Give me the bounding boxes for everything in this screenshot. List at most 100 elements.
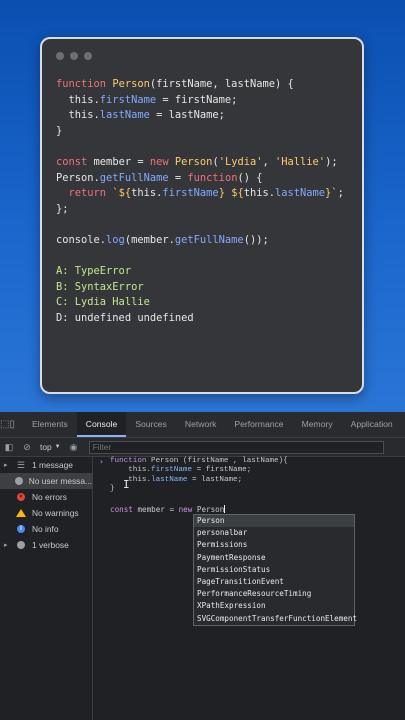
code-line: function Person(firstName, lastName) { [56, 78, 294, 90]
code-token: `${ [112, 187, 132, 200]
code-token: ()); [243, 233, 269, 246]
code-token: Person [174, 155, 213, 168]
eye-icon[interactable]: ◉ [65, 438, 83, 456]
prompt-chevron-icon: › [99, 457, 104, 466]
tab-memory[interactable]: Memory [293, 412, 342, 437]
device-toolbar-icon[interactable]: ▯ [9, 412, 15, 437]
tab-sources[interactable]: Sources [126, 412, 176, 437]
input-variable: member = [137, 505, 179, 514]
console-code-token: this. [110, 475, 152, 484]
sidebar-item-error[interactable]: × No errors [0, 489, 92, 505]
code-token: B: SyntaxError [56, 280, 144, 293]
console-sidebar: ▸ ☰ 1 message No user messa... × No errors No … [0, 457, 93, 720]
code-token: Person [112, 78, 150, 90]
sidebar-item-warning[interactable]: No warnings [0, 505, 92, 521]
code-token: = firstName; [156, 93, 238, 106]
chevron-down-icon: ▼ [54, 444, 61, 450]
sidebar-item-label: 1 verbose [32, 540, 69, 550]
console-entered-code: function Person (firstName , lastName){ … [110, 457, 288, 495]
code-line: Person.getFullName = function() { [56, 172, 262, 184]
user-icon [13, 477, 25, 485]
typed-text: Person [196, 505, 225, 514]
code-token: = lastName; [149, 109, 225, 122]
window-dot-icon [70, 52, 78, 60]
inspect-element-icon[interactable]: ⬚ [0, 412, 9, 437]
code-token: (member. [124, 233, 175, 246]
autocomplete-item[interactable]: PermissionStatus [194, 564, 354, 576]
code-card: function Person(firstName, lastName) { t… [40, 37, 364, 394]
sidebar-item-list[interactable]: ▸ ☰ 1 message [0, 457, 92, 473]
filter-input[interactable] [88, 440, 384, 454]
code-token: , [262, 155, 276, 168]
code-token: A: TypeError [56, 265, 132, 278]
code-token: new [149, 155, 175, 168]
code-token: firstName [162, 187, 219, 200]
sidebar-toggle-icon[interactable]: ◧ [0, 438, 18, 456]
tab-network[interactable]: Network [176, 412, 226, 437]
context-label: top [40, 442, 52, 452]
code-token: Person. [56, 171, 100, 184]
window-dots [56, 52, 92, 60]
tab-elements[interactable]: Elements [23, 412, 77, 437]
autocomplete-dropdown: Person personalbar Permissions PaymentRespo… [193, 514, 357, 626]
code-token: function [187, 171, 238, 184]
code-token: this. [243, 187, 275, 200]
context-selector[interactable]: top ▼ [36, 442, 65, 452]
code-token: 'Lydia' [218, 155, 263, 168]
code-line: A: TypeError [56, 265, 131, 277]
keyword-new: new [178, 505, 197, 514]
sidebar-item-label: No errors [32, 492, 67, 502]
autocomplete-item[interactable]: PageTransitionEvent [194, 576, 354, 588]
video-background: function Person(firstName, lastName) { t… [0, 0, 405, 412]
autocomplete-item[interactable]: personalbar [194, 527, 354, 539]
console-input-line[interactable]: const member = new Person [110, 505, 226, 514]
autocomplete-item[interactable]: Person [194, 515, 354, 528]
sidebar-item-label: No warnings [32, 508, 79, 518]
bug-icon [14, 541, 28, 549]
code-token: = [168, 171, 188, 184]
code-token: (firstName, lastName) { [149, 78, 294, 90]
autocomplete-item[interactable]: Permissions [194, 539, 354, 551]
sidebar-item-label: 1 message [32, 460, 73, 470]
tab-application[interactable]: Application [342, 412, 402, 437]
tab-console[interactable]: Console [76, 412, 127, 437]
sidebar-item-bug[interactable]: ▸ 1 verbose [0, 537, 92, 553]
code-token: member = [93, 155, 150, 168]
tab-performance[interactable]: Performance [225, 412, 292, 437]
clear-console-icon[interactable]: ⊘ [18, 438, 36, 456]
code-token: firstName [99, 93, 157, 106]
keyword-const: const [110, 505, 138, 514]
code-token: ); [325, 155, 338, 168]
console-code-token: = firstName; [192, 466, 252, 475]
mouse-cursor-icon: I [123, 478, 130, 491]
code-token: this. [56, 93, 100, 106]
autocomplete-item[interactable]: SVGComponentTransferFunctionElement [194, 613, 357, 625]
code-token: return [56, 187, 113, 200]
code-token: log [106, 233, 125, 246]
console-output[interactable]: › function Person (firstName , lastName)… [93, 457, 405, 720]
code-line: B: SyntaxError [56, 281, 144, 293]
code-token: console. [56, 233, 107, 246]
code-line: } [56, 125, 62, 137]
console-filterbar: ◧ ⊘ top ▼ ◉ [0, 438, 405, 457]
code-token: function [56, 78, 113, 90]
code-line: return `${this.firstName} ${this.lastNam… [56, 187, 344, 199]
autocomplete-item[interactable]: PaymentResponse [194, 552, 354, 564]
console-code-token: Person [151, 457, 183, 465]
code-token: getFullName [174, 233, 244, 246]
sidebar-item-info[interactable]: i No info [0, 521, 92, 537]
devtools-panel: ⬚ ▯ Elements Console Sources Network Perform… [0, 412, 405, 720]
devtools-tabs: Elements Console Sources Network Performance… [23, 412, 405, 437]
code-token: } [56, 124, 63, 137]
sidebar-item-user[interactable]: No user messa... [0, 473, 92, 489]
code-token: D: undefined undefined [56, 311, 194, 324]
autocomplete-item[interactable]: PerformanceResourceTiming [194, 588, 354, 600]
expand-arrow-icon[interactable]: ▸ [4, 461, 14, 469]
code-token: 'Hallie' [275, 155, 326, 168]
autocomplete-item[interactable]: XPathExpression [194, 600, 354, 612]
expand-arrow-icon[interactable]: ▸ [4, 541, 14, 549]
window-dot-icon [56, 52, 64, 60]
info-icon: i [14, 525, 28, 533]
window-dot-icon [84, 52, 92, 60]
console-code-token: function [110, 457, 152, 465]
